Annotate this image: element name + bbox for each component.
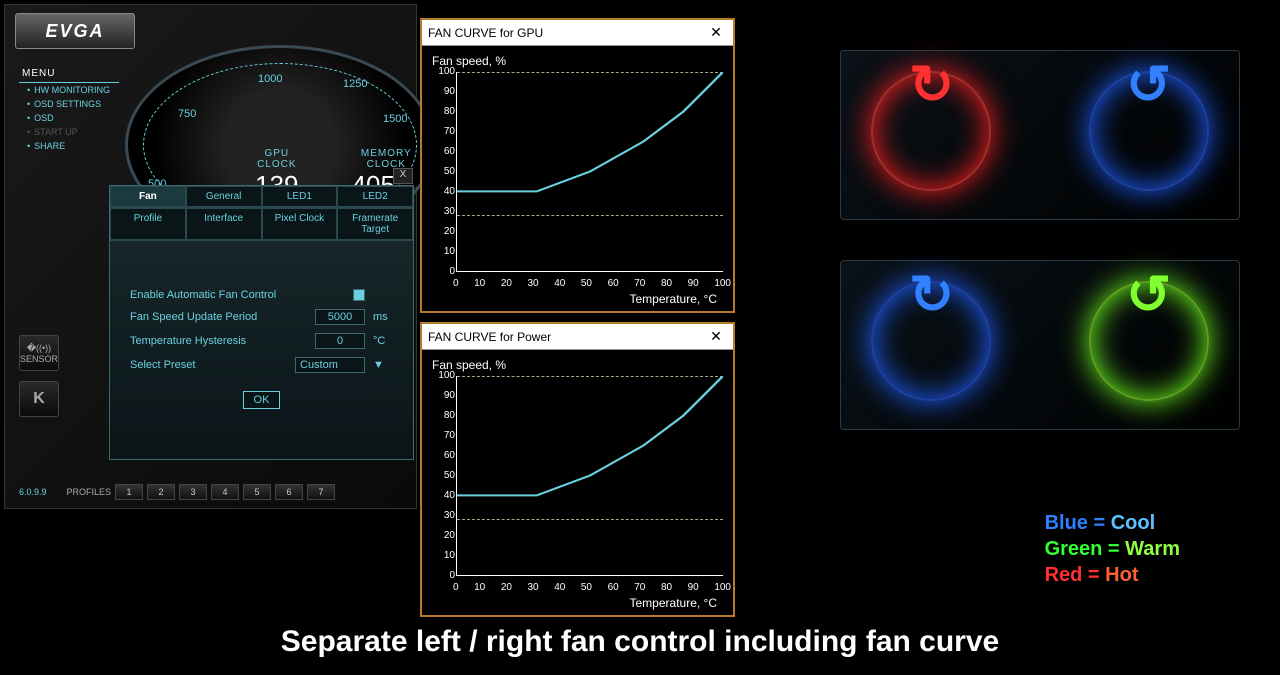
- preset-select[interactable]: Custom: [295, 357, 365, 373]
- x-axis-ticks: 0102030405060708090100: [453, 582, 731, 593]
- tab-led2[interactable]: LED2: [337, 186, 413, 207]
- profile-3-button[interactable]: 3: [179, 484, 207, 500]
- rotation-arrow-icon: ↻: [1126, 263, 1171, 326]
- chart-x-label: Temperature, °C: [432, 596, 723, 610]
- chevron-down-icon: ▼: [373, 359, 393, 371]
- sensor-icon: �((•)): [27, 343, 51, 354]
- x-axis-ticks: 0102030405060708090100: [453, 278, 731, 289]
- settings-close-button[interactable]: X: [393, 168, 413, 184]
- menu-osd[interactable]: OSD: [19, 111, 119, 125]
- profile-4-button[interactable]: 4: [211, 484, 239, 500]
- chart-y-label: Fan speed, %: [432, 358, 723, 372]
- menu-box: MENU HW MONITORING OSD SETTINGS OSD STAR…: [19, 65, 119, 153]
- tab-pixel-clock[interactable]: Pixel Clock: [262, 208, 338, 240]
- menu-hw-monitoring[interactable]: HW MONITORING: [19, 83, 119, 97]
- color-legend: Blue = Cool Green = Warm Red = Hot: [1045, 510, 1180, 588]
- rotation-arrow-icon: ↻: [909, 263, 954, 326]
- caption: Separate left / right fan control includ…: [0, 625, 1280, 659]
- fan-update-period-input[interactable]: [315, 309, 365, 325]
- chart-y-label: Fan speed, %: [432, 54, 723, 68]
- menu-osd-settings[interactable]: OSD SETTINGS: [19, 97, 119, 111]
- gauge-tick: 1000: [258, 73, 282, 85]
- ok-button[interactable]: OK: [243, 391, 281, 409]
- fan-curve-gpu-window: FAN CURVE for GPU ✕ Fan speed, % 1009080…: [420, 18, 735, 313]
- select-preset-label: Select Preset: [130, 359, 287, 371]
- y-axis-ticks: 1009080706050403020100: [433, 66, 455, 277]
- fan-settings-dialog: X Fan General LED1 LED2 Profile Interfac…: [109, 185, 414, 460]
- version-label: 6.0.9.9: [19, 487, 47, 497]
- gauge-tick: 750: [178, 108, 196, 120]
- period-unit: ms: [373, 311, 393, 323]
- profile-7-button[interactable]: 7: [307, 484, 335, 500]
- tab-led1[interactable]: LED1: [262, 186, 338, 207]
- legend-green: Green: [1045, 538, 1103, 560]
- enable-auto-fan-checkbox[interactable]: [353, 289, 365, 301]
- legend-warm: Warm: [1125, 538, 1180, 560]
- menu-share[interactable]: SHARE: [19, 139, 119, 153]
- gauge-tick: 1500: [383, 113, 407, 125]
- evga-precision-panel: EVGA MENU HW MONITORING OSD SETTINGS OSD…: [4, 4, 417, 509]
- temp-hysteresis-input[interactable]: [315, 333, 365, 349]
- legend-cool: Cool: [1111, 512, 1155, 534]
- menu-title: MENU: [19, 65, 119, 83]
- legend-hot: Hot: [1105, 564, 1138, 586]
- fan-curve-power-window: FAN CURVE for Power ✕ Fan speed, % 10090…: [420, 322, 735, 617]
- chart-x-label: Temperature, °C: [432, 292, 723, 306]
- sensor-label: SENSOR: [20, 354, 58, 364]
- sensor-button[interactable]: �((•)) SENSOR: [19, 335, 59, 371]
- profile-6-button[interactable]: 6: [275, 484, 303, 500]
- gpu-thermal-diagrams: ↻ ↻ ↻ ↻: [840, 50, 1260, 470]
- window-title: FAN CURVE for GPU: [428, 26, 543, 40]
- window-title: FAN CURVE for Power: [428, 330, 551, 344]
- close-icon[interactable]: ✕: [705, 22, 727, 44]
- gpu-card-cool: ↻ ↻: [840, 260, 1240, 430]
- rotation-arrow-icon: ↻: [1126, 53, 1171, 116]
- chart-plot-power[interactable]: 1009080706050403020100 01020304050607080…: [456, 376, 723, 576]
- chart-plot-gpu[interactable]: 1009080706050403020100 01020304050607080…: [456, 72, 723, 272]
- enable-auto-fan-label: Enable Automatic Fan Control: [130, 289, 345, 301]
- tab-framerate-target[interactable]: Framerate Target: [337, 208, 413, 240]
- profile-2-button[interactable]: 2: [147, 484, 175, 500]
- hysteresis-unit: °C: [373, 335, 393, 347]
- legend-blue: Blue: [1045, 512, 1088, 534]
- profile-5-button[interactable]: 5: [243, 484, 271, 500]
- gpu-clock-label: GPU CLOCK: [243, 148, 311, 170]
- rotation-arrow-icon: ↻: [909, 53, 954, 116]
- legend-red: Red: [1045, 564, 1083, 586]
- profiles-label: PROFILES: [67, 487, 112, 497]
- tab-general[interactable]: General: [186, 186, 262, 207]
- memory-clock-label: MEMORY CLOCK: [341, 148, 432, 170]
- gpu-card-hot: ↻ ↻: [840, 50, 1240, 220]
- tab-profile[interactable]: Profile: [110, 208, 186, 240]
- y-axis-ticks: 1009080706050403020100: [433, 370, 455, 581]
- profile-1-button[interactable]: 1: [115, 484, 143, 500]
- k-boost-button[interactable]: K: [19, 381, 59, 417]
- tab-interface[interactable]: Interface: [186, 208, 262, 240]
- evga-logo: EVGA: [15, 13, 135, 49]
- close-icon[interactable]: ✕: [705, 326, 727, 348]
- fan-update-period-label: Fan Speed Update Period: [130, 311, 307, 323]
- tab-fan[interactable]: Fan: [110, 186, 186, 207]
- menu-startup[interactable]: START UP: [19, 125, 119, 139]
- gauge-tick: 1250: [343, 78, 367, 90]
- temp-hysteresis-label: Temperature Hysteresis: [130, 335, 307, 347]
